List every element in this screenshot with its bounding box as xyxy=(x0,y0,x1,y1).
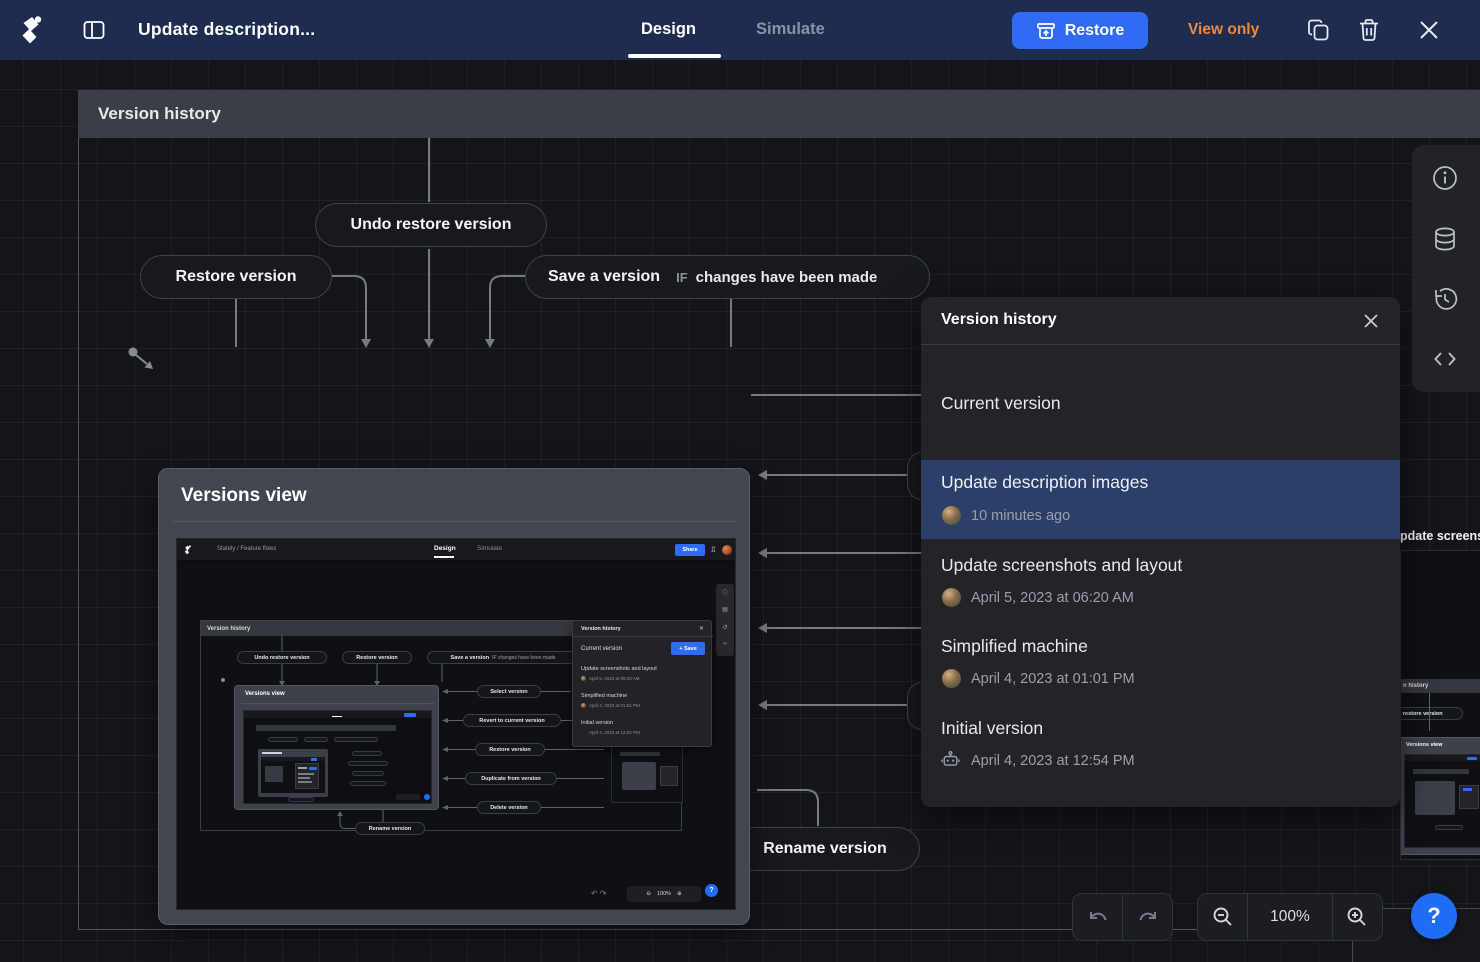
undo-redo-group xyxy=(1072,893,1173,941)
guard-condition: changes have been made xyxy=(696,269,878,286)
sidebar-toggle-icon[interactable] xyxy=(82,18,106,42)
mini-current-version: Current version xyxy=(581,646,622,652)
mini-state-revert: Revert to current version xyxy=(463,714,561,727)
avatar xyxy=(942,506,961,525)
divider xyxy=(921,344,1400,345)
nested-screenshot xyxy=(243,710,432,804)
version-item-selected[interactable]: Update description images 10 minutes ago xyxy=(921,460,1400,539)
version-item[interactable]: Initial version April 4, 2023 at 12:54 P… xyxy=(921,706,1400,783)
mini-state-duplicate: Duplicate from version xyxy=(465,772,557,785)
history-icon[interactable] xyxy=(1431,285,1459,313)
zoom-controls: 100% xyxy=(1197,893,1383,941)
state-label: Undo restore version xyxy=(351,216,512,234)
mini-versions-view-card: Versions view xyxy=(234,685,439,810)
robot-icon xyxy=(941,750,960,769)
stately-logo[interactable] xyxy=(16,15,46,45)
guard-keyword: IF xyxy=(676,270,688,285)
app-window: Version history xyxy=(0,0,1480,962)
tab-design[interactable]: Design xyxy=(641,20,696,39)
right-toolbar xyxy=(1412,145,1480,392)
mini-state-undo-restore: Undo restore version xyxy=(237,651,327,664)
version-title: Update description... xyxy=(138,19,315,40)
zoom-level[interactable]: 100% xyxy=(1248,894,1331,940)
restore-label: Restore xyxy=(1065,22,1125,40)
zoom-in-button[interactable] xyxy=(1333,894,1382,940)
divider xyxy=(241,703,434,704)
versions-view-screenshot: Stately / Feature flows Design Simulate … xyxy=(176,538,736,910)
versions-view-card[interactable]: Versions view Stately / Feature flows De… xyxy=(158,468,750,925)
state-label: Rename version xyxy=(763,840,887,858)
initial-state-marker xyxy=(129,348,154,370)
info-icon[interactable] xyxy=(1431,164,1459,192)
mini-save-button: + Save xyxy=(671,642,705,655)
state-rename-version[interactable]: Rename version xyxy=(730,827,920,871)
hidden-pill-edge xyxy=(907,682,922,730)
close-icon[interactable] xyxy=(1416,17,1442,43)
state-save-a-version[interactable]: Save a version IF changes have been made xyxy=(525,255,930,299)
redo-button[interactable] xyxy=(1123,894,1172,940)
restore-icon xyxy=(1036,21,1056,41)
state-undo-restore-version[interactable]: Undo restore version xyxy=(315,203,547,247)
mini-undo-redo: ↶ ↷ xyxy=(591,889,607,898)
mini-state-select: Select version xyxy=(477,685,541,698)
delete-icon[interactable] xyxy=(1356,17,1382,43)
panel-title: Version history xyxy=(941,311,1057,329)
version-item[interactable]: Simplified machine April 4, 2023 at 01:0… xyxy=(921,624,1400,701)
tab-simulate[interactable]: Simulate xyxy=(756,20,825,39)
avatar xyxy=(942,669,961,688)
mini-state-restore2: Restore version xyxy=(475,743,545,756)
state-label: Restore version xyxy=(176,268,297,286)
duplicate-icon[interactable] xyxy=(1306,17,1332,43)
side-frame-title: Update screenshots and... xyxy=(1398,529,1480,543)
divider xyxy=(173,521,737,522)
mini-side-preview xyxy=(611,739,683,803)
mini-state-rename: Rename version xyxy=(355,822,425,835)
version-item-current[interactable]: Current version xyxy=(921,360,1400,457)
mini-version-history-panel: Version history ✕ Current version + Save… xyxy=(572,620,712,747)
code-icon[interactable] xyxy=(1431,345,1459,373)
hidden-pill-edge xyxy=(907,452,922,500)
topbar: Update description... Design Simulate Re… xyxy=(0,0,1480,60)
undo-button[interactable] xyxy=(1073,894,1122,940)
mini-card-title: Versions view xyxy=(245,691,285,697)
mini-state-save: Save a versionIF changes have been made xyxy=(427,651,579,664)
mini-state-restore: Restore version xyxy=(342,651,412,664)
help-button[interactable]: ? xyxy=(1411,893,1457,939)
avatar xyxy=(942,588,961,607)
close-icon[interactable] xyxy=(1362,312,1380,330)
mini-state-delete: Delete version xyxy=(477,801,541,814)
active-tab-underline xyxy=(628,54,721,58)
mini-right-toolbar: ⓘ ▤ ↺ ‹› xyxy=(716,584,734,656)
mini-close-icon: ✕ xyxy=(699,625,704,632)
restore-button[interactable]: Restore xyxy=(1012,12,1148,49)
side-frame-preview[interactable]: n history Undo restore version Versions … xyxy=(1400,550,1480,860)
mini-zoom-controls: ⊖100%⊕ xyxy=(627,886,701,902)
version-item[interactable]: Update screenshots and layout April 5, 2… xyxy=(921,543,1400,620)
state-restore-version[interactable]: Restore version xyxy=(140,255,332,299)
versions-view-title: Versions view xyxy=(181,485,307,507)
mini-panel-title: Version history xyxy=(581,626,621,632)
version-history-panel: Version history Current version Update d… xyxy=(921,297,1400,807)
data-icon[interactable] xyxy=(1431,225,1459,253)
mini-help-button: ? xyxy=(705,884,718,897)
zoom-out-button[interactable] xyxy=(1198,894,1247,940)
state-label: Save a version xyxy=(548,268,660,286)
view-only-badge: View only xyxy=(1188,21,1259,39)
